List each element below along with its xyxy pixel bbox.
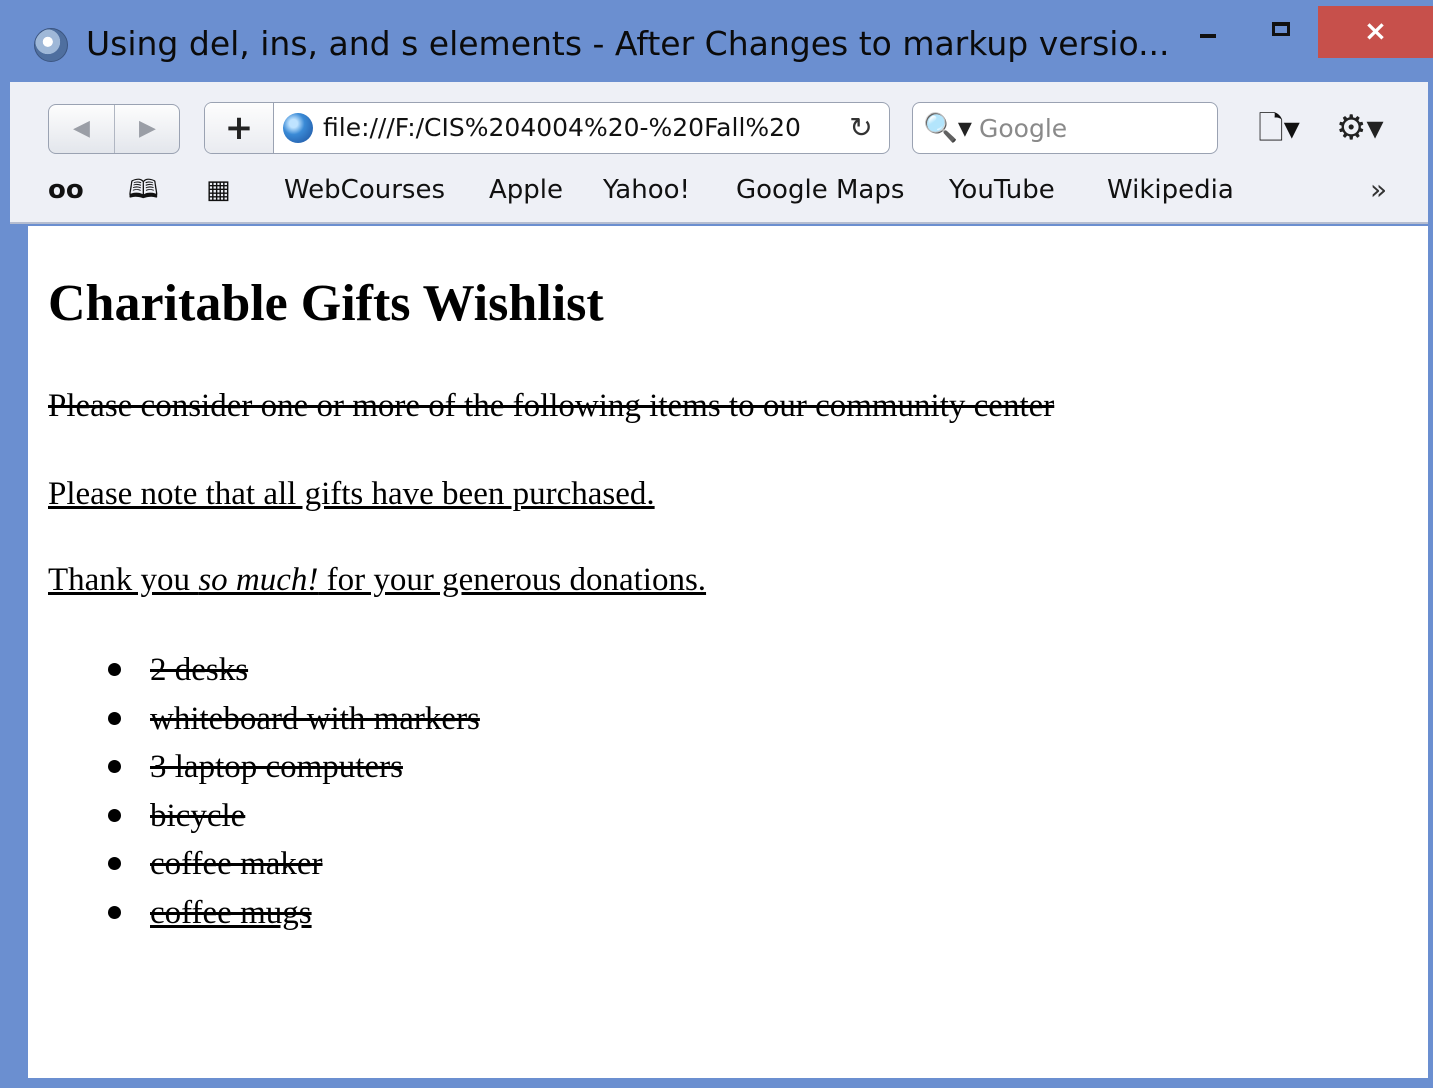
- list-item-text: 3 laptop computers: [150, 749, 403, 785]
- bookmark-wikipedia[interactable]: Wikipedia: [1107, 172, 1234, 208]
- thanks-emphasis: so much!: [198, 562, 319, 598]
- add-bookmark-button[interactable]: +: [205, 103, 274, 153]
- reload-icon[interactable]: ↻: [841, 103, 881, 153]
- title-bar: Using del, ins, and s elements - After C…: [0, 0, 1433, 82]
- thanks-text-start: Thank you: [48, 562, 199, 598]
- maximize-icon: [1272, 22, 1290, 36]
- window-title: Using del, ins, and s elements - After C…: [86, 24, 1170, 63]
- browser-window: Using del, ins, and s elements - After C…: [0, 0, 1433, 1088]
- gear-icon[interactable]: ⚙▾: [1336, 106, 1398, 150]
- globe-icon: [283, 113, 313, 143]
- list-item-text: coffee maker: [150, 846, 323, 882]
- list-item-text: 2 desks: [150, 652, 249, 688]
- address-bar[interactable]: + file:///F:/CIS%204004%20-%20Fall%20 ↻: [204, 102, 890, 154]
- bookmark-yahoo[interactable]: Yahoo!: [603, 172, 690, 208]
- search-box: 🔍▾: [912, 102, 1218, 154]
- inserted-thanks-paragraph: Thank you so much! for your generous don…: [48, 560, 706, 600]
- list-item: 2 desks: [108, 646, 480, 695]
- list-item: coffee mugs: [108, 889, 480, 938]
- close-button[interactable]: ×: [1318, 6, 1433, 58]
- reading-list-icon[interactable]: oo: [48, 172, 84, 208]
- search-input[interactable]: [979, 109, 1209, 147]
- more-bookmarks-icon[interactable]: »: [1370, 172, 1387, 208]
- minimize-icon: [1200, 34, 1216, 38]
- list-item-text: whiteboard with markers: [150, 700, 480, 737]
- wishlist: 2 desks whiteboard with markers 3 laptop…: [108, 646, 480, 938]
- top-sites-icon[interactable]: ▦: [206, 172, 231, 208]
- thanks-text-end: for your generous donations.: [318, 562, 707, 598]
- list-item-text: bicycle: [150, 797, 246, 834]
- list-item-text: coffee mugs: [150, 894, 312, 931]
- browser-toolbar: ◀ ▶ + file:///F:/CIS%204004%20-%20Fall%2…: [10, 82, 1428, 224]
- page-heading: Charitable Gifts Wishlist: [48, 275, 604, 332]
- nav-buttons: ◀ ▶: [48, 104, 180, 154]
- page-content: Charitable Gifts Wishlist Please conside…: [28, 226, 1428, 1078]
- list-item: 3 laptop computers: [108, 743, 480, 792]
- bookmarks-bar: oo 🕮 ▦ WebCourses Apple Yahoo! Google Ma…: [10, 168, 1428, 212]
- list-item: bicycle: [108, 792, 480, 841]
- bookmarks-icon[interactable]: 🕮: [128, 172, 159, 208]
- bookmark-apple[interactable]: Apple: [489, 172, 563, 208]
- url-field[interactable]: file:///F:/CIS%204004%20-%20Fall%20: [323, 103, 835, 153]
- list-item: whiteboard with markers: [108, 695, 480, 744]
- forward-button[interactable]: ▶: [115, 105, 180, 153]
- bookmark-webcourses[interactable]: WebCourses: [284, 172, 445, 208]
- search-icon[interactable]: 🔍▾: [923, 111, 973, 145]
- minimize-button[interactable]: [1188, 8, 1228, 58]
- list-item: coffee maker: [108, 840, 480, 889]
- back-button[interactable]: ◀: [49, 105, 115, 153]
- safari-compass-icon: [34, 28, 68, 62]
- deleted-intro-paragraph: Please consider one or more of the follo…: [48, 388, 1055, 424]
- bookmark-google-maps[interactable]: Google Maps: [736, 172, 904, 208]
- maximize-button[interactable]: [1255, 8, 1305, 58]
- bookmark-youtube[interactable]: YouTube: [949, 172, 1055, 208]
- page-menu-icon[interactable]: 🗋▾: [1258, 106, 1314, 150]
- inserted-note-paragraph: Please note that all gifts have been pur…: [48, 476, 655, 512]
